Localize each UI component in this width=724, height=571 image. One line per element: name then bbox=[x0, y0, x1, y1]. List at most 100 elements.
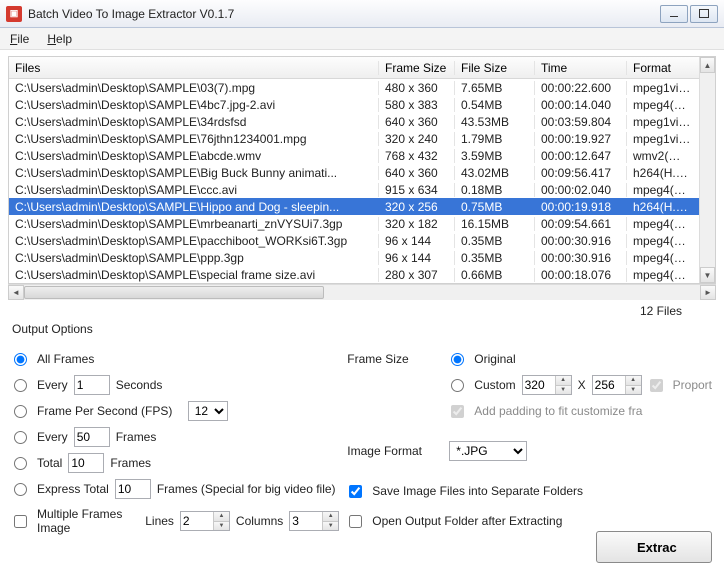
label-multiple: Multiple Frames Image bbox=[37, 507, 123, 535]
vertical-scrollbar[interactable]: ▲ ▼ bbox=[699, 57, 715, 283]
check-padding bbox=[451, 405, 464, 418]
label-original: Original bbox=[474, 352, 515, 366]
spin-width[interactable]: ▲▼ bbox=[522, 375, 572, 395]
scroll-down-icon[interactable]: ▼ bbox=[700, 267, 715, 283]
cell-file-size: 3.59MB bbox=[455, 149, 535, 163]
horizontal-scrollbar[interactable]: ◄ ► bbox=[8, 284, 716, 300]
label-every2: Every bbox=[37, 430, 68, 444]
cell-frame-size: 640 x 360 bbox=[379, 166, 455, 180]
cell-file: C:\Users\admin\Desktop\SAMPLE\abcde.wmv bbox=[9, 149, 379, 163]
check-open-output[interactable] bbox=[349, 515, 362, 528]
lines-down-icon[interactable]: ▼ bbox=[214, 522, 229, 531]
select-fps[interactable]: 12 bbox=[188, 401, 228, 421]
col-file-size[interactable]: File Size bbox=[455, 61, 535, 75]
input-express[interactable] bbox=[115, 479, 151, 499]
table-row[interactable]: C:\Users\admin\Desktop\SAMPLE\abcde.wmv7… bbox=[9, 147, 715, 164]
select-image-format[interactable]: *.JPG bbox=[449, 441, 527, 461]
menu-file[interactable]: File bbox=[10, 32, 29, 46]
label-total-frames: Frames bbox=[110, 456, 151, 470]
cell-format: wmv2(Window bbox=[627, 149, 697, 163]
cols-up-icon[interactable]: ▲ bbox=[323, 512, 338, 522]
menu-help[interactable]: Help bbox=[47, 32, 72, 46]
cell-file: C:\Users\admin\Desktop\SAMPLE\pacchiboot… bbox=[9, 234, 379, 248]
label-padding: Add padding to fit customize fra bbox=[474, 404, 642, 418]
col-time[interactable]: Time bbox=[535, 61, 627, 75]
input-lines[interactable] bbox=[181, 512, 213, 530]
table-row[interactable]: C:\Users\admin\Desktop\SAMPLE\ccc.avi915… bbox=[9, 181, 715, 198]
w-up-icon[interactable]: ▲ bbox=[556, 376, 571, 386]
scroll-thumb[interactable] bbox=[24, 286, 324, 299]
table-row[interactable]: C:\Users\admin\Desktop\SAMPLE\4bc7.jpg-2… bbox=[9, 96, 715, 113]
radio-fps[interactable] bbox=[14, 405, 27, 418]
label-frame-size: Frame Size bbox=[347, 352, 443, 366]
h-up-icon[interactable]: ▲ bbox=[626, 376, 641, 386]
minimize-button[interactable] bbox=[660, 5, 688, 23]
label-x: X bbox=[578, 378, 586, 392]
radio-total[interactable] bbox=[14, 457, 27, 470]
cell-file-size: 16.15MB bbox=[455, 217, 535, 231]
h-down-icon[interactable]: ▼ bbox=[626, 386, 641, 395]
spin-height[interactable]: ▲▼ bbox=[592, 375, 642, 395]
cell-time: 00:00:12.647 bbox=[535, 149, 627, 163]
spin-lines[interactable]: ▲▼ bbox=[180, 511, 230, 531]
cell-file-size: 1.79MB bbox=[455, 132, 535, 146]
table-row[interactable]: C:\Users\admin\Desktop\SAMPLE\pacchiboot… bbox=[9, 232, 715, 249]
maximize-button[interactable] bbox=[690, 5, 718, 23]
input-width[interactable] bbox=[523, 376, 555, 394]
extract-button[interactable]: Extrac bbox=[596, 531, 712, 563]
lines-up-icon[interactable]: ▲ bbox=[214, 512, 229, 522]
check-proportional bbox=[650, 379, 663, 392]
radio-all-frames[interactable] bbox=[14, 353, 27, 366]
cell-format: mpeg4(MPEG- bbox=[627, 268, 697, 282]
input-columns[interactable] bbox=[290, 512, 322, 530]
w-down-icon[interactable]: ▼ bbox=[556, 386, 571, 395]
scroll-left-icon[interactable]: ◄ bbox=[8, 285, 24, 300]
radio-every-frames[interactable] bbox=[14, 431, 27, 444]
cell-time: 00:00:30.916 bbox=[535, 234, 627, 248]
input-every-seconds[interactable] bbox=[74, 375, 110, 395]
input-height[interactable] bbox=[593, 376, 625, 394]
file-table: Files Frame Size File Size Time Format C… bbox=[8, 56, 716, 284]
check-separate-folders[interactable] bbox=[349, 485, 362, 498]
scroll-right-icon[interactable]: ► bbox=[700, 285, 716, 300]
scroll-up-icon[interactable]: ▲ bbox=[700, 57, 715, 73]
table-header: Files Frame Size File Size Time Format bbox=[9, 57, 715, 79]
table-row[interactable]: C:\Users\admin\Desktop\SAMPLE\34rdsfsd64… bbox=[9, 113, 715, 130]
cell-time: 00:00:19.927 bbox=[535, 132, 627, 146]
radio-every-seconds[interactable] bbox=[14, 379, 27, 392]
radio-custom[interactable] bbox=[451, 379, 464, 392]
cell-file-size: 7.65MB bbox=[455, 81, 535, 95]
table-row[interactable]: C:\Users\admin\Desktop\SAMPLE\mrbeanarti… bbox=[9, 215, 715, 232]
radio-original[interactable] bbox=[451, 353, 464, 366]
table-row[interactable]: C:\Users\admin\Desktop\SAMPLE\76jthn1234… bbox=[9, 130, 715, 147]
label-open-output: Open Output Folder after Extracting bbox=[372, 514, 562, 528]
cell-time: 00:00:19.918 bbox=[535, 200, 627, 214]
menubar: File Help bbox=[0, 28, 724, 50]
col-files[interactable]: Files bbox=[9, 61, 379, 75]
table-row[interactable]: C:\Users\admin\Desktop\SAMPLE\special fr… bbox=[9, 266, 715, 283]
check-multiple-frames[interactable] bbox=[14, 515, 27, 528]
radio-express[interactable] bbox=[14, 483, 27, 496]
cell-time: 00:00:02.040 bbox=[535, 183, 627, 197]
table-row[interactable]: C:\Users\admin\Desktop\SAMPLE\Hippo and … bbox=[9, 198, 715, 215]
cell-file: C:\Users\admin\Desktop\SAMPLE\Hippo and … bbox=[9, 200, 379, 214]
cols-down-icon[interactable]: ▼ bbox=[323, 522, 338, 531]
col-format[interactable]: Format bbox=[627, 61, 697, 75]
output-options-title: Output Options bbox=[12, 322, 339, 336]
cell-file-size: 0.75MB bbox=[455, 200, 535, 214]
spin-columns[interactable]: ▲▼ bbox=[289, 511, 339, 531]
window-title: Batch Video To Image Extractor V0.1.7 bbox=[28, 7, 658, 21]
table-row[interactable]: C:\Users\admin\Desktop\SAMPLE\ppp.3gp96 … bbox=[9, 249, 715, 266]
input-total[interactable] bbox=[68, 453, 104, 473]
label-custom: Custom bbox=[474, 378, 515, 392]
cell-file: C:\Users\admin\Desktop\SAMPLE\special fr… bbox=[9, 268, 379, 282]
titlebar: ▣ Batch Video To Image Extractor V0.1.7 bbox=[0, 0, 724, 28]
cell-frame-size: 640 x 360 bbox=[379, 115, 455, 129]
cell-time: 00:03:59.804 bbox=[535, 115, 627, 129]
label-columns: Columns bbox=[236, 514, 283, 528]
table-row[interactable]: C:\Users\admin\Desktop\SAMPLE\03(7).mpg4… bbox=[9, 79, 715, 96]
input-every-frames[interactable] bbox=[74, 427, 110, 447]
table-row[interactable]: C:\Users\admin\Desktop\SAMPLE\Big Buck B… bbox=[9, 164, 715, 181]
col-frame-size[interactable]: Frame Size bbox=[379, 61, 455, 75]
cell-file: C:\Users\admin\Desktop\SAMPLE\34rdsfsd bbox=[9, 115, 379, 129]
